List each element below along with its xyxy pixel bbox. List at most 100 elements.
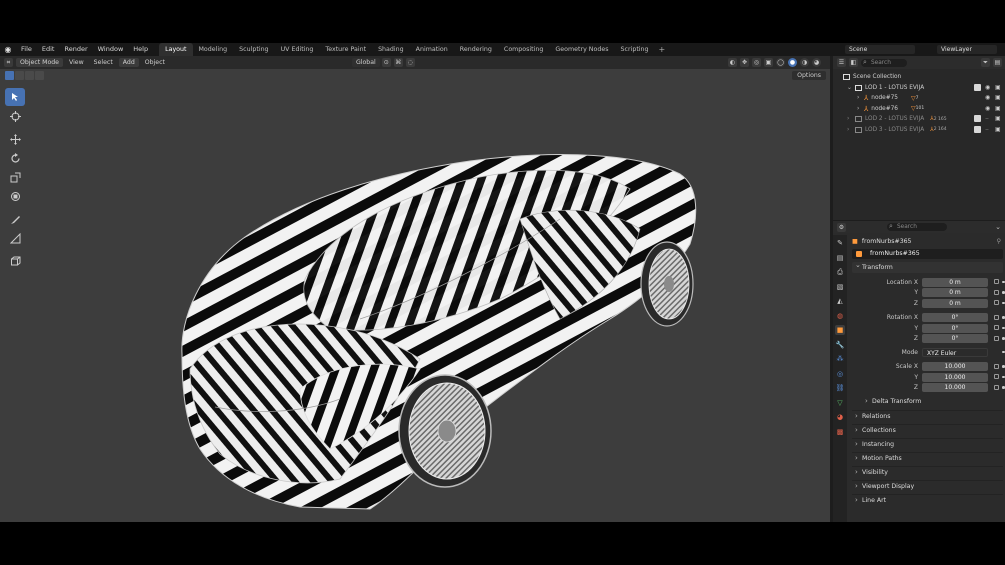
- blender-logo-icon[interactable]: ◉: [0, 45, 16, 54]
- filter-icon[interactable]: ⏷: [981, 58, 990, 67]
- tab-compositing[interactable]: Compositing: [498, 43, 549, 56]
- camera-icon[interactable]: ▣: [995, 105, 1002, 112]
- menu-edit[interactable]: Edit: [37, 43, 60, 56]
- visibility-panel-header[interactable]: Visibility: [852, 466, 1003, 478]
- tab-animation[interactable]: Animation: [410, 43, 454, 56]
- lock-icon[interactable]: [994, 335, 999, 341]
- menu-render[interactable]: Render: [59, 43, 92, 56]
- rotation-z-field[interactable]: 0°: [922, 334, 988, 344]
- view-layer-tab-icon[interactable]: ▧: [835, 282, 845, 292]
- scale-tool-icon[interactable]: [5, 168, 25, 186]
- expand-arrow-icon[interactable]: ›: [857, 95, 864, 101]
- menu-select[interactable]: Select: [90, 58, 117, 67]
- lock-icon[interactable]: [994, 363, 999, 369]
- add-workspace-icon[interactable]: +: [655, 43, 670, 56]
- keyframe-dot-icon[interactable]: [1002, 337, 1005, 340]
- camera-icon[interactable]: ▣: [995, 84, 1002, 91]
- lock-icon[interactable]: [994, 384, 999, 390]
- tree-row-node75[interactable]: › ⅄ node#75 ▽ 7 ◉ ▣: [833, 93, 1005, 104]
- select-tool-icon[interactable]: [5, 88, 25, 106]
- tab-geometry-nodes[interactable]: Geometry Nodes: [549, 43, 614, 56]
- material-shading-icon[interactable]: ◑: [800, 58, 809, 67]
- tab-shading[interactable]: Shading: [372, 43, 410, 56]
- properties-editor-icon[interactable]: ⚙: [837, 222, 846, 232]
- eye-closed-icon[interactable]: ⌣: [985, 126, 992, 133]
- scale-z-field[interactable]: 10.000: [922, 383, 988, 393]
- rotation-y-field[interactable]: 0°: [922, 323, 988, 333]
- output-tab-icon[interactable]: ⎙: [835, 267, 845, 277]
- view-layer-selector[interactable]: ViewLayer: [937, 45, 997, 54]
- annotate-tool-icon[interactable]: [5, 210, 25, 228]
- tab-uv-editing[interactable]: UV Editing: [275, 43, 320, 56]
- select-new-icon[interactable]: [5, 71, 14, 80]
- outliner-search-input[interactable]: Search: [861, 58, 907, 67]
- data-tab-icon[interactable]: ▽: [835, 398, 845, 408]
- transform-panel-header[interactable]: Transform: [852, 260, 1003, 273]
- exclude-checkbox[interactable]: [974, 115, 981, 122]
- lock-icon[interactable]: [994, 314, 999, 320]
- texture-tab-icon[interactable]: ▩: [835, 427, 845, 437]
- delta-transform-header[interactable]: Delta Transform: [862, 396, 1003, 407]
- scene-tab-icon[interactable]: ◭: [835, 296, 845, 306]
- render-tab-icon[interactable]: ▤: [835, 253, 845, 263]
- expand-arrow-icon[interactable]: ›: [857, 106, 864, 112]
- lock-icon[interactable]: [994, 325, 999, 330]
- menu-help[interactable]: Help: [128, 43, 153, 56]
- location-y-field[interactable]: 0 m: [922, 288, 988, 298]
- motion-paths-panel-header[interactable]: Motion Paths: [852, 452, 1003, 464]
- snap-icon[interactable]: ⌘: [393, 58, 403, 67]
- rendered-shading-icon[interactable]: ◕: [812, 58, 821, 67]
- car-model[interactable]: [0, 69, 830, 522]
- keyframe-dot-icon[interactable]: [1002, 316, 1005, 319]
- rotate-tool-icon[interactable]: [5, 149, 25, 167]
- lock-icon[interactable]: [994, 289, 999, 295]
- tree-row-lod2[interactable]: › LOD 2 - LOTUS EVIJA ⅄ 2 165 ⌣ ▣: [833, 114, 1005, 125]
- pin-icon[interactable]: ⚲: [996, 238, 1001, 245]
- overlay-icon[interactable]: ◎: [752, 58, 761, 67]
- tab-rendering[interactable]: Rendering: [454, 43, 498, 56]
- viewport-display-panel-header[interactable]: Viewport Display: [852, 480, 1003, 492]
- add-cube-tool-icon[interactable]: [5, 252, 25, 270]
- lock-icon[interactable]: [994, 279, 999, 284]
- tab-texture-paint[interactable]: Texture Paint: [319, 43, 372, 56]
- select-intersect-icon[interactable]: [35, 71, 44, 80]
- lock-icon[interactable]: [994, 300, 999, 305]
- options-button[interactable]: Options: [792, 71, 826, 80]
- eye-icon[interactable]: ◉: [985, 94, 992, 101]
- line-art-panel-header[interactable]: Line Art: [852, 494, 1003, 506]
- object-tab-icon[interactable]: ■: [835, 325, 845, 335]
- location-x-field[interactable]: 0 m: [922, 277, 988, 287]
- scale-y-field[interactable]: 10.000: [922, 372, 988, 382]
- eye-icon[interactable]: ◉: [985, 84, 992, 91]
- keyframe-dot-icon[interactable]: [1002, 280, 1005, 283]
- mode-dropdown[interactable]: Object Mode: [16, 58, 63, 67]
- keyframe-dot-icon[interactable]: [1002, 301, 1005, 304]
- wireframe-shading-icon[interactable]: ◯: [776, 58, 785, 67]
- gizmo-icon[interactable]: ✥: [740, 58, 749, 67]
- tab-scripting[interactable]: Scripting: [615, 43, 655, 56]
- instancing-panel-header[interactable]: Instancing: [852, 438, 1003, 450]
- camera-icon[interactable]: ▣: [995, 126, 1002, 133]
- display-mode-icon[interactable]: ◧: [849, 58, 858, 67]
- menu-window[interactable]: Window: [93, 43, 129, 56]
- keyframe-dot-icon[interactable]: [1002, 375, 1005, 378]
- tree-row-scene-collection[interactable]: Scene Collection: [833, 72, 1005, 83]
- scene-selector[interactable]: Scene: [845, 45, 915, 54]
- properties-search-input[interactable]: Search: [887, 222, 947, 231]
- tree-row-node76[interactable]: › ⅄ node#76 ▽ 101 ◉ ▣: [833, 104, 1005, 115]
- 3d-viewport[interactable]: Options: [0, 69, 830, 522]
- rotation-mode-dropdown[interactable]: XYZ Euler: [922, 347, 988, 357]
- exclude-checkbox[interactable]: [974, 125, 981, 133]
- select-extend-icon[interactable]: [15, 71, 24, 80]
- visibility-icon[interactable]: ◐: [728, 58, 737, 67]
- outliner-editor-icon[interactable]: ☰: [837, 58, 846, 67]
- scale-x-field[interactable]: 10.000: [922, 362, 988, 372]
- proportional-edit-icon[interactable]: ◌: [405, 58, 415, 67]
- camera-icon[interactable]: ▣: [995, 115, 1002, 122]
- location-z-field[interactable]: 0 m: [922, 298, 988, 308]
- tool-tab-icon[interactable]: ✎: [835, 238, 845, 248]
- expand-arrow-icon[interactable]: ⌄: [847, 85, 855, 91]
- constraints-tab-icon[interactable]: ⛓: [835, 383, 845, 393]
- material-tab-icon[interactable]: ◕: [835, 412, 845, 422]
- cursor-tool-icon[interactable]: [5, 107, 25, 125]
